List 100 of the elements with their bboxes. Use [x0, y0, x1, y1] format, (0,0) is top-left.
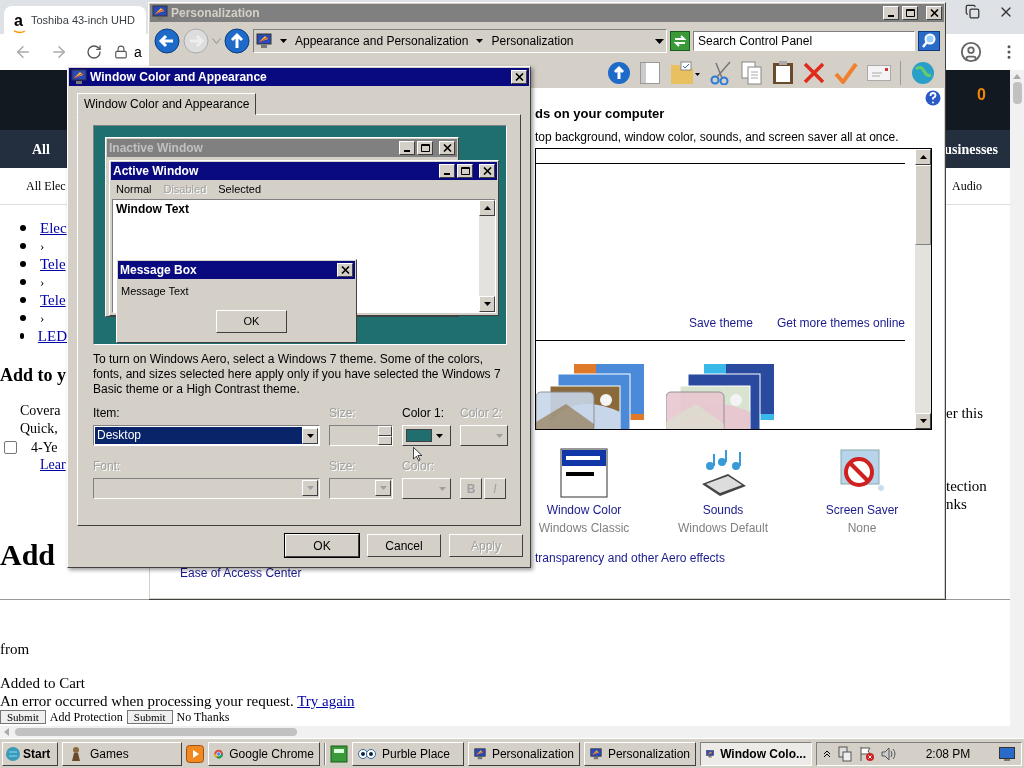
search-field[interactable]: Search Control Panel [693, 31, 915, 51]
see-also-link[interactable]: Ease of Access Center [150, 566, 944, 580]
caret-icon[interactable] [476, 39, 484, 43]
sub-nav-link[interactable]: All Elec [26, 177, 66, 195]
maximize-button[interactable] [457, 164, 473, 178]
breadcrumb-item[interactable]: Personalization [491, 32, 574, 50]
scrollbar-thumb[interactable] [915, 165, 931, 245]
close-button[interactable] [926, 6, 942, 20]
taskbar-button[interactable]: Personalization [584, 741, 696, 766]
minimize-button[interactable] [883, 6, 899, 20]
caret-icon[interactable] [655, 38, 664, 44]
scrollbar-thumb[interactable] [1012, 82, 1022, 104]
checkmark-icon[interactable] [834, 62, 858, 84]
close-button[interactable] [439, 141, 455, 155]
clock[interactable]: 2:08 PM [903, 744, 993, 763]
spin-up-button[interactable] [378, 426, 392, 436]
network-icon[interactable] [837, 745, 853, 762]
submit-button[interactable]: Submit [126, 710, 173, 724]
setting-link[interactable]: Sounds [702, 503, 744, 517]
menu-item[interactable]: Normal [116, 181, 152, 198]
help-icon[interactable] [925, 90, 941, 106]
field-label: Item: [93, 406, 121, 420]
dropdown-button[interactable] [302, 427, 318, 444]
font-size-dropdown[interactable] [329, 478, 393, 499]
delete-icon[interactable] [803, 62, 825, 84]
nav-link[interactable]: All [32, 138, 50, 160]
menu-item[interactable]: Selected [218, 181, 262, 198]
dropdown-button[interactable] [375, 480, 391, 496]
try-again-link[interactable]: Try again [297, 693, 355, 709]
start-button[interactable]: Start [2, 741, 58, 766]
option-text: 4-Ye [31, 438, 58, 457]
reload-icon[interactable] [86, 44, 102, 60]
scrollbar[interactable] [915, 149, 931, 429]
sub-nav-link[interactable]: Audio [952, 177, 982, 195]
media-player-icon[interactable] [186, 744, 204, 763]
up-icon[interactable] [607, 61, 631, 85]
theme-link[interactable]: Save theme [688, 314, 753, 330]
browser-tab[interactable]: a Toshiba 43-inch UHD [4, 6, 146, 34]
color-picker[interactable] [460, 425, 508, 446]
show-desktop-icon[interactable] [999, 746, 1015, 761]
calculator-icon[interactable] [330, 744, 348, 763]
maximize-button[interactable] [417, 141, 433, 155]
speaker-icon[interactable] [881, 745, 897, 762]
taskbar-button[interactable]: Purble Place [352, 741, 464, 766]
minimize-button[interactable] [439, 164, 455, 178]
scissors-icon[interactable] [710, 61, 732, 85]
site-logo: a [14, 13, 23, 27]
restore-icon[interactable] [965, 4, 980, 19]
envelope-icon[interactable] [867, 65, 891, 81]
scroll-up-button[interactable] [915, 149, 931, 165]
refresh-icon[interactable] [670, 31, 690, 51]
horizontal-scrollbar[interactable] [0, 726, 1024, 738]
back-icon[interactable] [154, 28, 180, 54]
search-icon[interactable] [918, 31, 940, 51]
flag-error-icon[interactable] [859, 745, 875, 762]
up-icon[interactable] [224, 28, 250, 54]
tab[interactable]: Window Color and Appearance [77, 93, 257, 115]
learn-link[interactable]: Lear [0, 456, 67, 474]
setting-link[interactable]: Window Color [546, 503, 622, 517]
caret-icon[interactable] [280, 39, 287, 43]
nav-link[interactable]: usinesses [944, 138, 998, 160]
spin-down-button[interactable] [378, 435, 392, 445]
close-button[interactable] [511, 70, 527, 84]
scroll-down-button[interactable] [479, 296, 495, 312]
scroll-down-button[interactable] [915, 413, 931, 429]
breadcrumb-item[interactable]: Appearance and Personalization [295, 32, 469, 50]
scrollbar[interactable] [479, 200, 495, 312]
address-text[interactable]: a [134, 41, 142, 63]
vertical-scrollbar[interactable] [1010, 70, 1024, 726]
minimize-button[interactable] [399, 141, 415, 155]
profile-icon[interactable] [960, 41, 982, 63]
scrollbar-thumb[interactable] [15, 728, 297, 736]
eyes-icon [358, 747, 376, 760]
dialog-button[interactable]: Cancel [367, 534, 441, 557]
taskbar-button[interactable]: Window Colo... [700, 741, 812, 766]
maximize-button[interactable] [902, 6, 918, 20]
color-picker[interactable] [402, 425, 451, 446]
dropdown-button[interactable] [302, 480, 318, 496]
address-bar[interactable]: Appearance and Personalization Personalization [253, 29, 667, 53]
submit-button[interactable]: Submit [0, 710, 46, 724]
dialog-button[interactable]: OK [285, 534, 359, 557]
breadcrumb-link[interactable]: Elec [40, 216, 67, 240]
taskbar-button[interactable]: Personalization [468, 741, 580, 766]
taskbar-button[interactable]: Games [62, 741, 182, 766]
scroll-up-button[interactable] [479, 200, 495, 216]
taskbar-button[interactable]: Google Chrome [208, 741, 320, 766]
item-dropdown[interactable]: Desktop [93, 425, 320, 446]
color-picker[interactable] [402, 478, 451, 499]
cart-count: 0 [977, 85, 986, 105]
theme-link[interactable]: Get more themes online [776, 314, 905, 330]
checkbox[interactable] [4, 440, 17, 454]
setting-link[interactable]: Screen Saver [825, 503, 899, 517]
clipboard-icon[interactable] [772, 61, 794, 85]
panel-icon[interactable] [640, 62, 660, 84]
font-dropdown[interactable] [93, 478, 320, 499]
close-button[interactable] [337, 263, 353, 277]
size-spinner[interactable] [329, 425, 393, 446]
close-button[interactable] [479, 164, 495, 178]
ok-button[interactable]: OK [216, 309, 287, 333]
chevron-up-icon[interactable] [823, 749, 831, 758]
